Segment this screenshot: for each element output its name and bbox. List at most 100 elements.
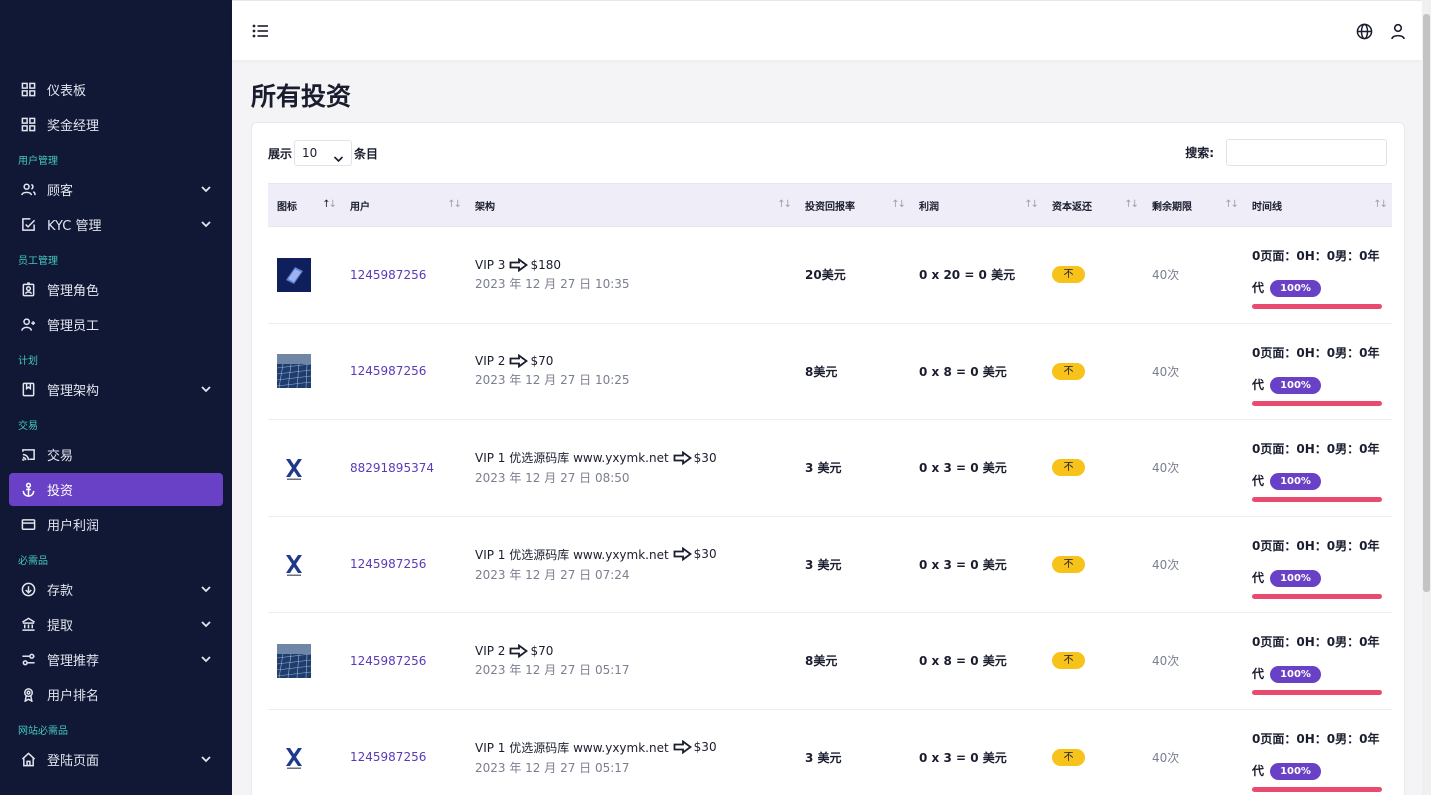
sort-icon: ↑↓ [322,199,337,210]
timeline-cell: 0页面：0H：0男：0年代 100% [1243,227,1392,324]
plan-amount: $70 [530,643,554,658]
plan-amount: $30 [693,547,717,562]
chevron-down-icon [200,618,212,630]
page-title: 所有投资 [251,82,352,111]
user-cell: 88291895374 [341,420,466,517]
arrow-right-icon [673,546,692,562]
sidebar-item-dashboard[interactable]: 仪表板 [9,73,223,106]
sidebar-item-user-ranking[interactable]: 用户排名 [9,678,223,711]
scrollbar-thumb[interactable] [1423,14,1430,592]
timeline-text: 0页面：0H：0男：0年代 100% [1252,337,1384,401]
profit-cell: 0 x 8 = 0 美元 [910,613,1043,710]
logo-image [277,450,341,485]
profit-cell: 0 x 3 = 0 美元 [910,420,1043,517]
section-site-essentials: 网站必需品 [18,726,68,737]
user-cell: 1245987256 [341,613,466,710]
column-header-label: 架构 [475,201,495,213]
menu-toggle-icon[interactable] [252,22,270,40]
topbar [232,0,1422,60]
user-link[interactable]: 1245987256 [350,364,426,378]
sort-icon: ↑↓ [777,199,792,210]
sidebar-item-bonus-manager[interactable]: 奖金经理 [9,108,223,141]
column-header[interactable]: 架构 ↑↓ [466,183,796,227]
capital-back-badge: 不 [1052,266,1085,284]
sidebar-nav: 仪表板 奖金经理 用户管理 顾客 KYC 管理 员工管理 管理角色 管理员工 计划 管理架构 交易交… [0,60,232,776]
icon-cell [268,323,341,420]
sidebar-item-landing-page[interactable]: 登陆页面 [9,743,223,776]
column-header[interactable]: 剩余期限 ↑↓ [1143,183,1243,227]
plan-line: VIP 3 $180 [475,257,796,273]
remaining-cell: 40次 [1143,709,1243,795]
timeline-text: 0页面：0H：0男：0年代 100% [1252,626,1384,690]
percent-badge: 100% [1270,762,1322,780]
entries-select[interactable]: 10 [294,140,353,166]
sidebar-item-manage-schema[interactable]: 管理架构 [9,373,223,406]
sidebar-item-transactions[interactable]: 交易 [9,438,223,471]
plan-date: 2023 年 12 月 27 日 05:17 [475,760,630,775]
capital-back-cell: 不 [1043,709,1143,795]
sidebar-item-label: 管理角色 [47,284,100,299]
section-user-management: 用户管理 [18,156,58,167]
sidebar-item-deposit[interactable]: 存款 [9,573,223,606]
sidebar-item-label: KYC 管理 [47,219,102,234]
icon-cell [268,516,341,613]
user-link[interactable]: 88291895374 [350,461,434,475]
sidebar-item-label: 仪表板 [47,84,87,99]
sidebar-item-user-profit[interactable]: 用户利润 [9,508,223,541]
roi-value: 3 美元 [805,461,842,476]
column-header-label: 图标 [277,201,297,213]
grid-icon [20,117,36,133]
user-link[interactable]: 1245987256 [350,654,426,668]
roi-value: 3 美元 [805,557,842,572]
column-header[interactable]: 时间线 ↑↓ [1243,183,1392,227]
plan-name: VIP 1 优选源码库 www.yxymk.net [475,740,669,755]
column-header[interactable]: 用户 ↑↓ [341,183,466,227]
sidebar-item-label: 奖金经理 [47,119,100,134]
table-row: 1245987256 VIP 1 优选源码库 www.yxymk.net $30 20… [268,709,1392,795]
arrow-right-icon [673,739,692,755]
page-scrollbar[interactable] [1422,0,1431,795]
plan-line: VIP 1 优选源码库 www.yxymk.net $30 [475,739,796,756]
sidebar-item-withdraw[interactable]: 提取 [9,608,223,641]
home-icon [20,752,36,768]
search-input[interactable] [1226,139,1387,166]
timeline-text: 0页面：0H：0男：0年代 100% [1252,433,1384,497]
plan-name: VIP 2 [475,354,506,369]
sliders-icon [20,652,36,668]
roi-cell: 20美元 [796,227,910,324]
capital-back-badge: 不 [1052,362,1085,380]
capital-back-cell: 不 [1043,516,1143,613]
column-header[interactable]: 资本返还 ↑↓ [1043,183,1143,227]
globe-icon[interactable] [1356,23,1373,40]
column-header[interactable]: 图标 ↑↓ [268,183,341,227]
sidebar-item-label: 存款 [47,584,74,599]
user-link[interactable]: 1245987256 [350,750,426,764]
investments-table: 图标 ↑↓ 用户 ↑↓ 架构 ↑↓ 投资回报率 ↑↓ 利润 ↑↓ 资本返还 ↑↓ 剩余期限 ↑↓ 时间线 ↑↓… [268,183,1392,795]
roi-cell: 8美元 [796,323,910,420]
column-header-label: 资本返还 [1052,201,1092,213]
remaining-value: 40次 [1152,268,1180,283]
capital-back-badge: 不 [1052,748,1085,766]
sidebar-item-kyc[interactable]: KYC 管理 [9,208,223,241]
sidebar-item-investments[interactable]: 投资 [9,473,223,506]
user-link[interactable]: 1245987256 [350,557,426,571]
column-header-label: 投资回报率 [805,201,855,213]
sidebar-item-manage-roles[interactable]: 管理角色 [9,273,223,306]
roi-cell: 8美元 [796,613,910,710]
progress-bar [1252,497,1382,503]
bank-icon [20,617,36,633]
timeline-text: 0页面：0H：0男：0年代 100% [1252,723,1384,787]
sidebar-item-customers[interactable]: 顾客 [9,173,223,206]
column-header[interactable]: 投资回报率 ↑↓ [796,183,910,227]
table-header-row: 图标 ↑↓ 用户 ↑↓ 架构 ↑↓ 投资回报率 ↑↓ 利润 ↑↓ 资本返还 ↑↓ 剩余期限 ↑↓ 时间线 ↑↓ [268,183,1392,227]
timeline-cell: 0页面：0H：0男：0年代 100% [1243,323,1392,420]
sidebar-item-manage-staff[interactable]: 管理员工 [9,308,223,341]
roi-value: 8美元 [805,364,838,379]
user-icon[interactable] [1390,23,1406,40]
user-link[interactable]: 1245987256 [350,268,426,282]
chevron-down-icon [333,148,344,163]
timeline-cell: 0页面：0H：0男：0年代 100% [1243,613,1392,710]
column-header[interactable]: 利润 ↑↓ [910,183,1043,227]
icon-cell [268,227,341,324]
sidebar-item-referrals[interactable]: 管理推荐 [9,643,223,676]
